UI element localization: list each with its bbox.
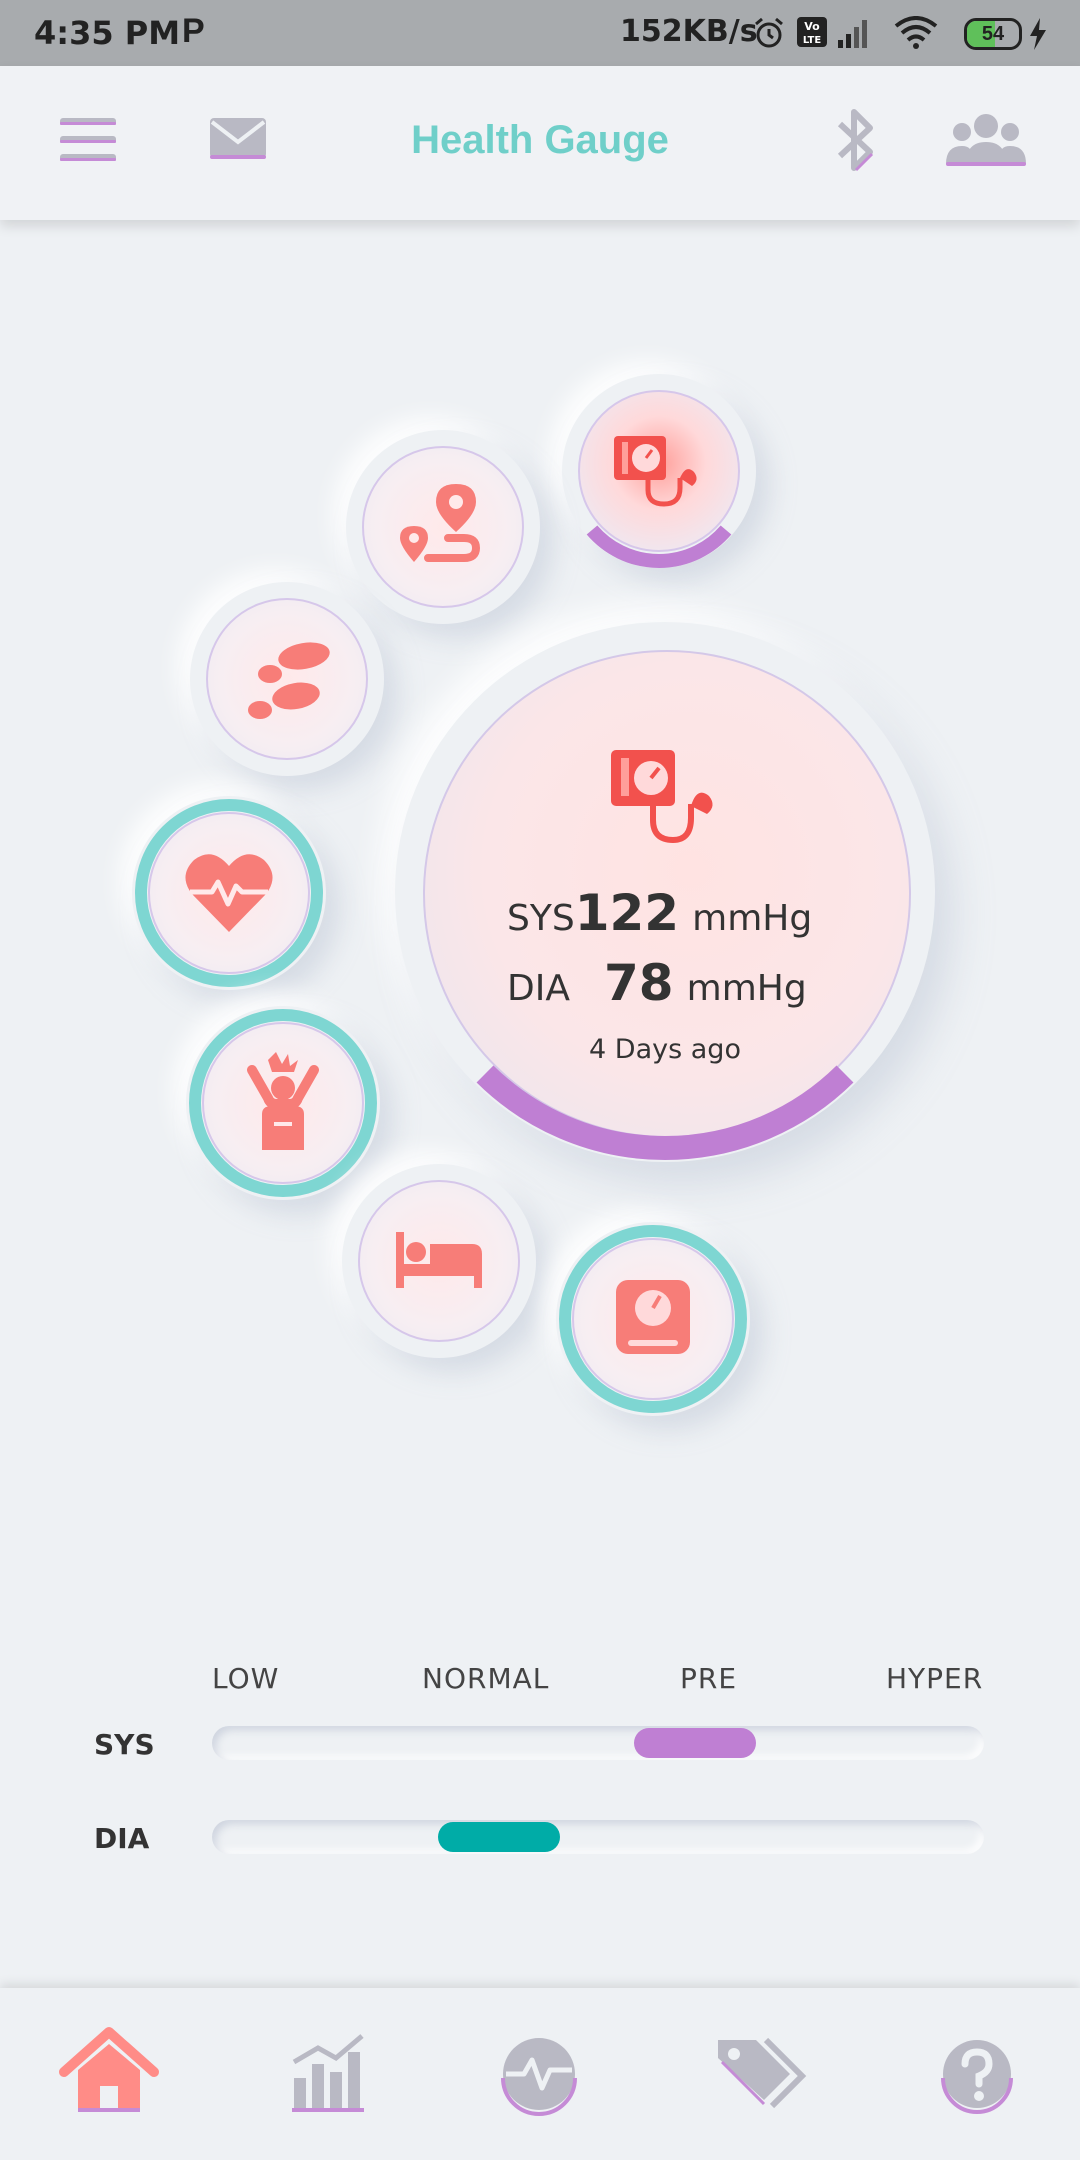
sys-level-indicator: [634, 1728, 756, 1758]
app-header: Health Gauge: [0, 66, 1080, 220]
sys-level-bar: [212, 1726, 984, 1760]
blood-pressure-icon: [611, 750, 713, 844]
stress-icon: [247, 1052, 319, 1150]
svg-text:Vo: Vo: [804, 20, 820, 33]
bluetooth-icon[interactable]: [832, 106, 880, 174]
level-hyper: HYPER: [886, 1662, 984, 1695]
heart-rate-icon: [185, 854, 273, 932]
network-speed: 152KB/s: [620, 14, 758, 49]
people-icon[interactable]: [946, 110, 1026, 168]
status-bar: 4:35 PM P 152KB/s Vo LTE 54: [0, 0, 1080, 66]
bottom-navigation: [0, 1988, 1080, 2160]
level-low: LOW: [212, 1662, 280, 1695]
gauge-weight[interactable]: [556, 1222, 750, 1416]
gauge-sleep[interactable]: [342, 1164, 536, 1358]
dia-level-indicator: [438, 1822, 560, 1852]
dia-label: DIA: [507, 968, 570, 1009]
activity-icon[interactable]: [484, 2018, 594, 2128]
alarm-icon: [755, 17, 783, 48]
sys-row: SYS122 mmHg: [507, 884, 812, 942]
dia-row: DIA 78 mmHg: [507, 954, 807, 1012]
gauge-route[interactable]: [346, 430, 540, 624]
battery-level: 54: [981, 23, 1005, 45]
gauge-steps[interactable]: [190, 582, 384, 776]
sys-unit: mmHg: [692, 898, 813, 939]
svg-text:LTE: LTE: [803, 35, 822, 46]
sys-value: 122: [574, 884, 680, 942]
level-pre: PRE: [680, 1662, 738, 1695]
level-normal: NORMAL: [422, 1662, 550, 1695]
home-icon[interactable]: [54, 2018, 164, 2128]
dia-level-bar: [212, 1820, 984, 1854]
status-icons: Vo LTE 54: [752, 12, 1062, 56]
gauge-heart-rate[interactable]: [132, 796, 326, 990]
last-measured: 4 Days ago: [589, 1034, 741, 1065]
gauge-blood-pressure[interactable]: [562, 374, 756, 568]
route-icon: [400, 484, 481, 562]
sys-label: SYS: [507, 898, 575, 939]
dia-bar-label: DIA: [94, 1822, 150, 1855]
dia-unit: mmHg: [686, 968, 807, 1009]
chart-icon[interactable]: [274, 2018, 384, 2128]
gauge-stress[interactable]: [186, 1006, 380, 1200]
volte-icon: Vo LTE: [797, 17, 827, 47]
scale-icon: [616, 1280, 690, 1354]
footsteps-icon: [248, 642, 330, 719]
sys-bar-label: SYS: [94, 1728, 155, 1761]
main-gauge[interactable]: SYS122 mmHg DIA 78 mmHg 4 Days ago: [395, 622, 935, 1162]
app-notification-icon: P: [182, 12, 205, 50]
app-title: Health Gauge: [411, 118, 669, 162]
dia-value: 78: [603, 954, 674, 1012]
battery-icon: 54: [964, 18, 1022, 50]
wifi-icon: [894, 16, 938, 49]
help-icon[interactable]: [922, 2018, 1032, 2128]
bed-icon: [396, 1232, 482, 1288]
signal-icon: [838, 20, 867, 48]
status-time: 4:35 PM: [34, 14, 181, 52]
charging-icon: [1030, 18, 1046, 50]
tags-icon[interactable]: [704, 2018, 814, 2128]
blood-pressure-icon: [614, 436, 697, 507]
